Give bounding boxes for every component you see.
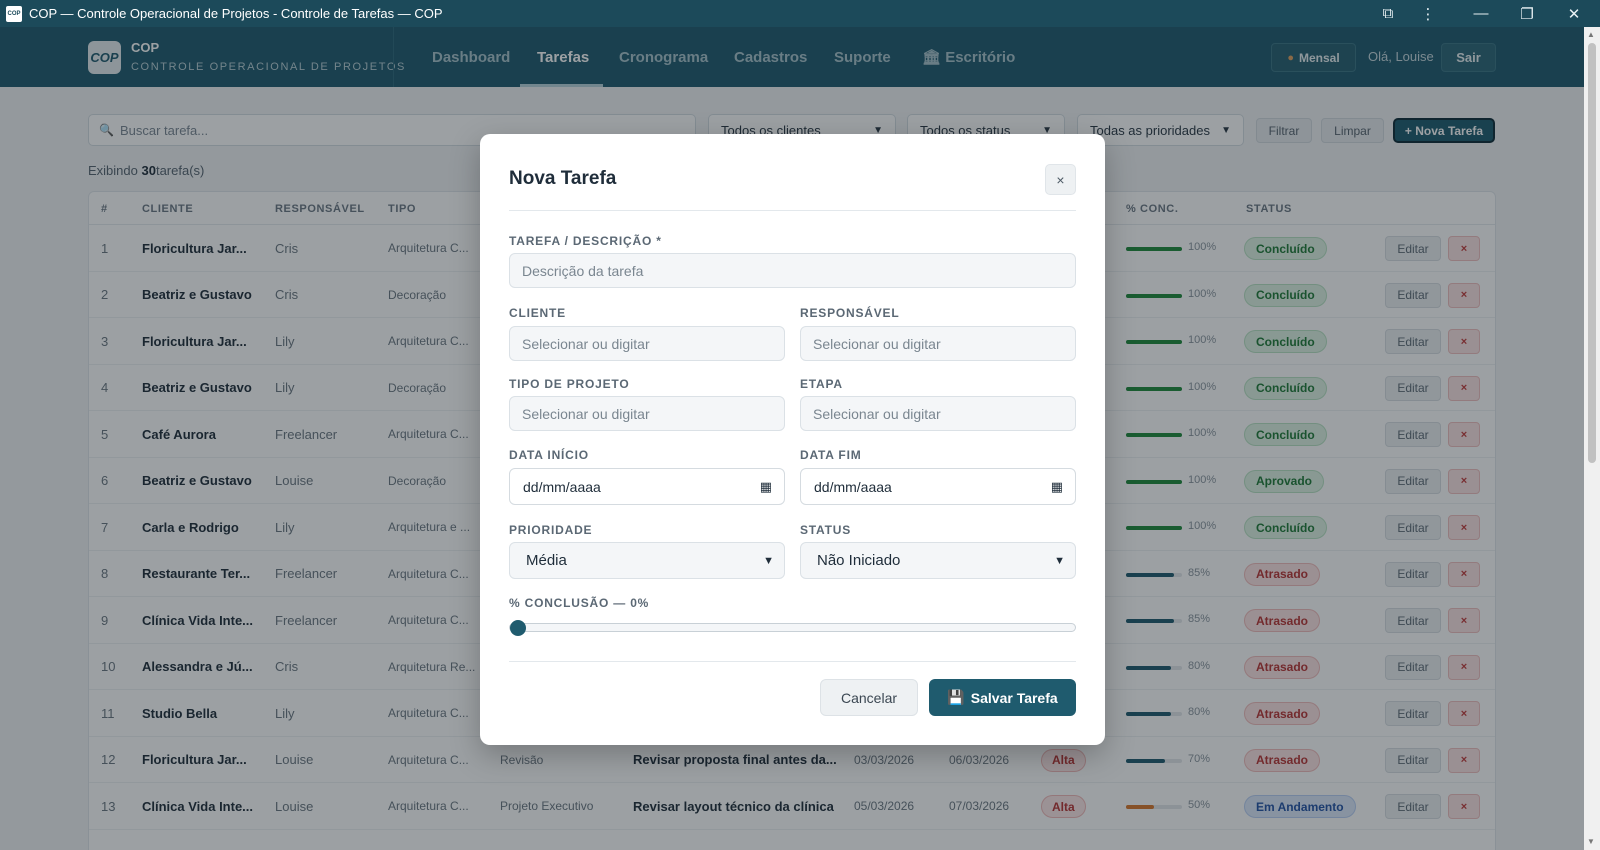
floppy-disk-icon: 💾 (947, 689, 965, 705)
project-type-placeholder: Selecionar ou digitar (522, 405, 650, 422)
description-placeholder: Descrição da tarefa (522, 262, 644, 279)
start-date-label: DATA INÍCIO (509, 448, 589, 462)
responsible-placeholder: Selecionar ou digitar (813, 335, 941, 352)
window-title: COP — Controle Operacional de Projetos -… (29, 6, 443, 21)
cancel-button[interactable]: Cancelar (820, 679, 918, 716)
project-type-label: TIPO DE PROJETO (509, 377, 630, 391)
restore-button[interactable]: ❐ (1504, 0, 1550, 27)
stage-placeholder: Selecionar ou digitar (813, 405, 941, 422)
description-field[interactable]: Descrição da tarefa (509, 253, 1076, 288)
close-icon[interactable]: × (1045, 164, 1076, 195)
start-date-value: dd/mm/aaaa (523, 478, 601, 495)
client-placeholder: Selecionar ou digitar (522, 335, 650, 352)
chevron-down-icon: ▼ (763, 554, 774, 567)
responsible-label: RESPONSÁVEL (800, 306, 900, 320)
save-task-button[interactable]: 💾 Salvar Tarefa (929, 679, 1076, 716)
chevron-down-icon: ▼ (1054, 554, 1065, 567)
progress-slider-thumb[interactable] (510, 620, 526, 636)
desc-label: TAREFA / DESCRIÇÃO * (509, 234, 662, 248)
app-icon: COP (6, 5, 22, 22)
priority-value: Média (526, 552, 567, 569)
scroll-down-icon[interactable]: ▼ (1587, 837, 1595, 846)
minimize-button[interactable]: — (1458, 0, 1504, 27)
window-titlebar: COP COP — Controle Operacional de Projet… (0, 0, 1600, 27)
scroll-up-icon[interactable]: ▲ (1587, 30, 1595, 39)
client-field[interactable]: Selecionar ou digitar (509, 326, 785, 361)
client-label: CLIENTE (509, 306, 566, 320)
close-window-button[interactable]: ✕ (1551, 0, 1597, 27)
stage-label: ETAPA (800, 377, 843, 391)
stage-field[interactable]: Selecionar ou digitar (800, 396, 1076, 431)
priority-label: PRIORIDADE (509, 523, 593, 537)
calendar-icon[interactable]: ▦ (760, 479, 772, 495)
status-value: Não Iniciado (817, 552, 901, 569)
priority-select[interactable]: Média ▼ (509, 542, 785, 579)
end-date-field[interactable]: dd/mm/aaaa ▦ (800, 468, 1076, 505)
menu-dots-icon[interactable]: ⋮ (1405, 0, 1451, 27)
page-scrollbar[interactable]: ▲ ▼ (1584, 27, 1600, 850)
responsible-field[interactable]: Selecionar ou digitar (800, 326, 1076, 361)
status-label: STATUS (800, 523, 852, 537)
scroll-thumb[interactable] (1588, 43, 1596, 463)
progress-slider[interactable] (509, 623, 1076, 632)
modal-divider (509, 210, 1076, 211)
calendar-icon[interactable]: ▦ (1051, 479, 1063, 495)
new-task-modal: Nova Tarefa × TAREFA / DESCRIÇÃO * Descr… (480, 134, 1105, 745)
project-type-field[interactable]: Selecionar ou digitar (509, 396, 785, 431)
status-select[interactable]: Não Iniciado ▼ (800, 542, 1076, 579)
modal-footer-divider (509, 661, 1076, 662)
end-date-value: dd/mm/aaaa (814, 478, 892, 495)
save-task-label: Salvar Tarefa (970, 689, 1058, 706)
end-date-label: DATA FIM (800, 448, 862, 462)
start-date-field[interactable]: dd/mm/aaaa ▦ (509, 468, 785, 505)
progress-label: % CONCLUSÃO — 0% (509, 596, 650, 610)
modal-title: Nova Tarefa (509, 168, 617, 189)
